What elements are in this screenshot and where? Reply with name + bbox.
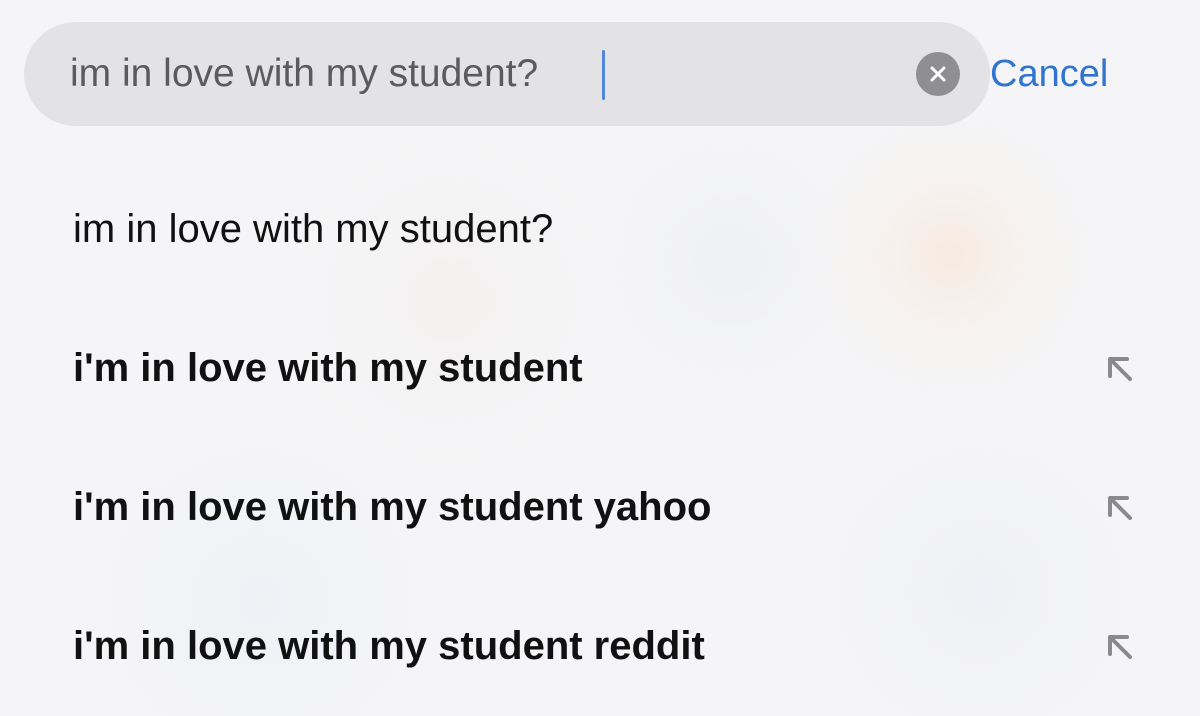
clear-search-button[interactable] bbox=[916, 52, 960, 96]
arrow-up-left-icon bbox=[1108, 634, 1132, 659]
suggestion-item[interactable]: i'm in love with my student yahoo bbox=[0, 438, 1200, 577]
text-cursor bbox=[602, 50, 605, 100]
arrow-up-left-icon bbox=[1108, 495, 1132, 520]
search-field-container[interactable] bbox=[24, 22, 990, 126]
arrow-up-left-icon bbox=[1108, 356, 1132, 381]
suggestion-item[interactable]: i'm in love with my student reddit bbox=[0, 577, 1200, 716]
fill-search-arrow-button[interactable] bbox=[1100, 488, 1140, 528]
suggestion-item[interactable]: i'm in love with my student bbox=[0, 299, 1200, 438]
clear-icon bbox=[930, 66, 946, 82]
fill-search-arrow-button[interactable] bbox=[1100, 349, 1140, 389]
search-input[interactable] bbox=[70, 44, 890, 104]
search-bar: Cancel bbox=[24, 22, 1176, 126]
cancel-button[interactable]: Cancel bbox=[990, 22, 1108, 126]
suggestion-list: im in love with my student? i'm in love … bbox=[0, 160, 1200, 716]
suggestion-text: i'm in love with my student bbox=[73, 346, 583, 390]
suggestion-item[interactable]: im in love with my student? bbox=[0, 160, 1200, 299]
suggestion-text: i'm in love with my student reddit bbox=[73, 624, 705, 668]
suggestion-text: i'm in love with my student yahoo bbox=[73, 485, 712, 529]
suggestion-text: im in love with my student? bbox=[73, 207, 554, 251]
fill-search-arrow-button[interactable] bbox=[1100, 627, 1140, 667]
